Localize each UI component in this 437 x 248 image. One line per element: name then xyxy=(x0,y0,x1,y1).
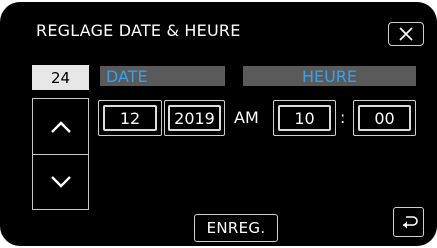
day-value-display: 24 xyxy=(32,65,89,90)
close-icon xyxy=(399,27,413,41)
date-section-header: DATE xyxy=(100,66,225,86)
year-field[interactable]: 2019 xyxy=(164,100,225,136)
back-button[interactable] xyxy=(393,207,424,237)
value-stepper xyxy=(32,98,89,210)
chevron-up-icon xyxy=(50,120,71,133)
chevron-down-icon xyxy=(50,175,71,188)
save-button-label: ENREG. xyxy=(206,219,266,237)
back-icon xyxy=(402,216,418,229)
page-title: REGLAGE DATE & HEURE xyxy=(36,21,241,40)
screen: REGLAGE DATE & HEURE 24 DATE HEURE 12 20… xyxy=(0,0,437,248)
time-separator: : xyxy=(340,108,346,127)
minute-field[interactable]: 00 xyxy=(353,100,416,136)
time-section-header: HEURE xyxy=(243,66,416,86)
decrement-button[interactable] xyxy=(33,154,88,209)
ampm-label: AM xyxy=(234,108,259,127)
time-label: HEURE xyxy=(301,66,358,86)
date-time-settings-panel: REGLAGE DATE & HEURE 24 DATE HEURE 12 20… xyxy=(0,2,437,246)
minute-value: 00 xyxy=(358,105,411,131)
month-value: 12 xyxy=(103,105,157,131)
year-value: 2019 xyxy=(168,105,221,131)
increment-button[interactable] xyxy=(33,99,88,155)
month-field[interactable]: 12 xyxy=(98,100,162,136)
save-button[interactable]: ENREG. xyxy=(194,214,278,242)
hour-field[interactable]: 10 xyxy=(273,100,336,136)
close-button[interactable] xyxy=(388,22,424,46)
date-label: DATE xyxy=(106,66,148,86)
hour-value: 10 xyxy=(278,105,331,131)
